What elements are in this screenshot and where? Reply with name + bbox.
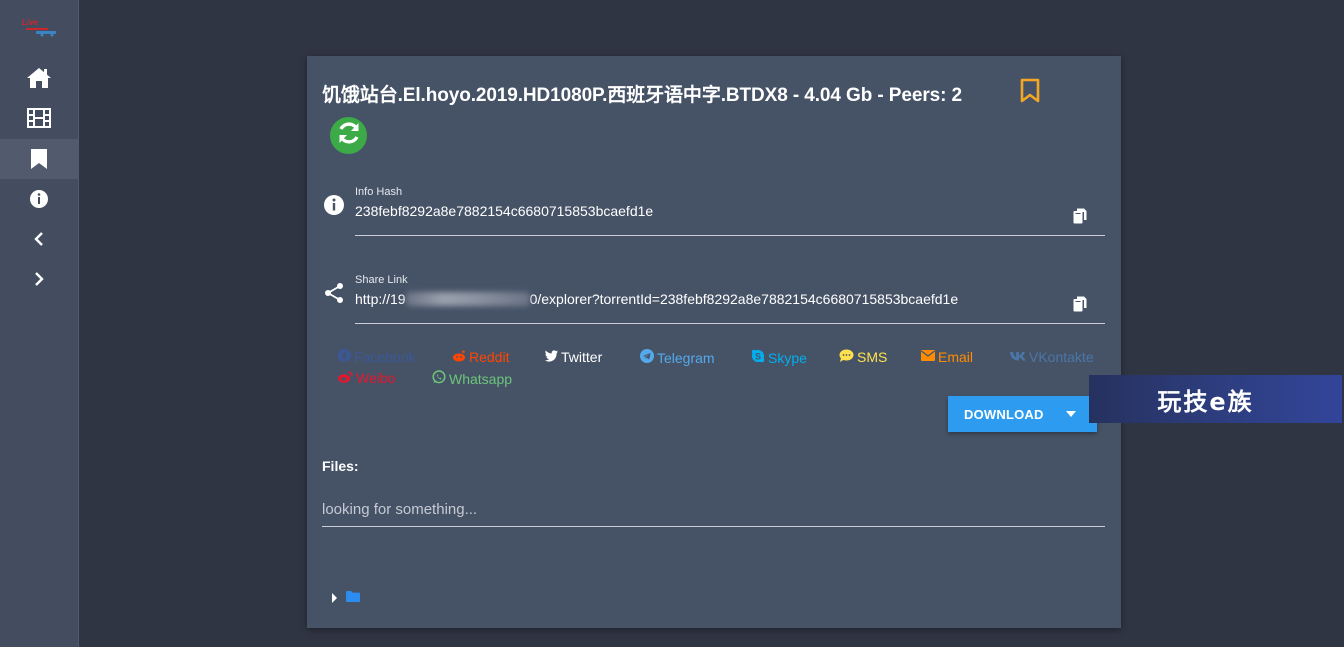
share-telegram[interactable]: Telegram <box>640 349 715 366</box>
sidebar-item-bookmarks[interactable] <box>0 139 78 179</box>
share-telegram-label: Telegram <box>657 349 715 366</box>
file-tree-root[interactable] <box>332 589 360 607</box>
share-sms[interactable]: SMS <box>839 349 887 365</box>
folder-icon <box>346 589 360 607</box>
sidebar-item-home[interactable] <box>0 58 78 98</box>
share-weibo[interactable]: Weibo <box>338 370 395 386</box>
share-facebook-label: Facebook <box>354 349 416 365</box>
info-hash-label: Info Hash <box>355 186 403 198</box>
info-icon <box>29 189 49 209</box>
film-icon <box>27 108 51 128</box>
info-hash-field: Info Hash 238febf8292a8e7882154c66807158… <box>355 186 1105 236</box>
vk-icon <box>1010 350 1026 364</box>
facebook-icon <box>338 349 351 365</box>
share-link-label: Share Link <box>355 274 408 286</box>
file-search-input[interactable] <box>322 493 1105 525</box>
bookmark-outline-icon <box>1019 78 1041 108</box>
share-reddit-label: Reddit <box>469 349 510 365</box>
share-whatsapp[interactable]: Whatsapp <box>432 370 512 387</box>
file-search <box>322 493 1105 527</box>
share-twitter-label: Twitter <box>561 349 603 365</box>
download-button[interactable]: DOWNLOAD <box>948 396 1097 432</box>
sidebar-item-about[interactable] <box>0 179 78 219</box>
sidebar-item-back[interactable] <box>0 219 78 259</box>
share-link-field: Share Link http://19 0/explorer?torrentId… <box>355 274 1105 324</box>
share-email-label: Email <box>938 349 974 365</box>
share-vkontakte-label: VKontakte <box>1029 349 1094 365</box>
share-sms-label: SMS <box>857 349 888 365</box>
chevron-right-icon <box>34 272 44 286</box>
refresh-icon <box>336 120 362 151</box>
share-weibo-label: Weibo <box>356 370 396 386</box>
watermark-text: 玩技e族 <box>1157 387 1254 416</box>
envelope-icon <box>921 350 935 364</box>
reddit-icon <box>452 350 466 365</box>
info-hash-icon <box>323 194 345 221</box>
skype-icon: S <box>751 349 765 366</box>
bookmark-button[interactable] <box>1019 78 1041 109</box>
share-vkontakte[interactable]: VKontakte <box>1010 349 1094 365</box>
info-hash-value[interactable]: 238febf8292a8e7882154c6680715853bcaefd1e <box>355 203 1045 219</box>
share-email[interactable]: Email <box>921 349 973 365</box>
sidebar: Live <box>0 0 79 647</box>
torrent-title: 饥饿站台.El.hoyo.2019.HD1080P.西班牙语中字.BTDX8 -… <box>322 85 962 106</box>
torrent-details-card: 饥饿站台.El.hoyo.2019.HD1080P.西班牙语中字.BTDX8 -… <box>307 56 1121 628</box>
chevron-left-icon <box>34 232 44 246</box>
bookmark-icon <box>30 148 48 170</box>
sidebar-item-movies[interactable] <box>0 98 78 138</box>
weibo-icon <box>338 370 353 386</box>
download-label: DOWNLOAD <box>964 406 1044 422</box>
refresh-button[interactable] <box>330 117 367 154</box>
home-icon <box>26 67 52 89</box>
expand-caret-icon[interactable] <box>332 593 337 603</box>
watermark-overlay: 玩技e族 <box>1089 375 1342 423</box>
sidebar-item-forward[interactable] <box>0 259 78 299</box>
svg-text:S: S <box>755 351 761 361</box>
share-facebook[interactable]: Facebook <box>338 349 415 365</box>
share-skype[interactable]: S Skype <box>751 349 807 366</box>
share-reddit[interactable]: Reddit <box>452 349 509 365</box>
copy-share-link-icon[interactable] <box>1073 296 1087 317</box>
files-heading: Files: <box>322 458 359 474</box>
share-whatsapp-label: Whatsapp <box>449 370 513 387</box>
twitter-icon <box>544 349 558 365</box>
redacted-host <box>405 292 530 306</box>
sms-icon <box>839 349 854 365</box>
share-link-suffix: 0/explorer?torrentId=238febf8292a8e78821… <box>529 291 959 307</box>
copy-info-hash-icon[interactable] <box>1073 208 1087 229</box>
share-link-value[interactable]: http://19 0/explorer?torrentId=238febf829… <box>355 291 1045 307</box>
svg-text:Live: Live <box>22 18 39 27</box>
share-twitter[interactable]: Twitter <box>544 349 602 365</box>
telegram-icon <box>640 349 654 366</box>
share-link-prefix: http://19 <box>355 291 406 307</box>
caret-down-icon[interactable] <box>1066 411 1076 417</box>
share-icon <box>323 282 345 309</box>
share-skype-label: Skype <box>768 349 807 366</box>
app-logo[interactable]: Live <box>18 14 60 40</box>
whatsapp-icon <box>432 370 446 387</box>
